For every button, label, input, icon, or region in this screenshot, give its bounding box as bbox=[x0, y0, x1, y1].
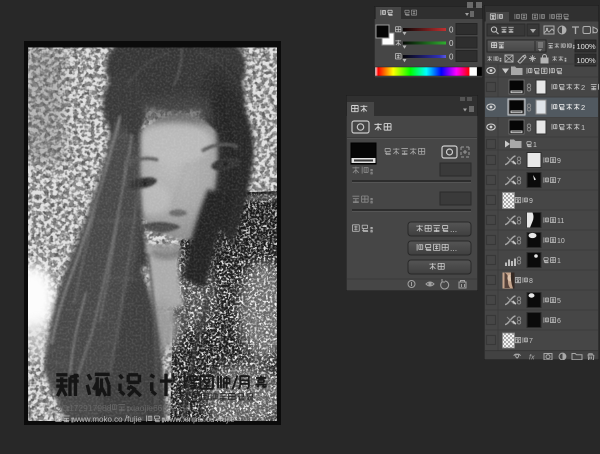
svg-text:10: 10 bbox=[557, 238, 565, 245]
svg-text:0: 0 bbox=[449, 26, 454, 35]
svg-text:7: 7 bbox=[557, 178, 561, 185]
svg-text:fujie: fujie bbox=[220, 415, 235, 424]
svg-text:1: 1 bbox=[533, 142, 537, 149]
svg-text:fx: fx bbox=[529, 355, 535, 361]
svg-text:xiaojie66832210: xiaojie66832210 bbox=[129, 403, 191, 413]
svg-text:2: 2 bbox=[581, 83, 585, 92]
svg-text:8: 8 bbox=[529, 278, 533, 285]
svg-text:11: 11 bbox=[557, 218, 564, 225]
svg-text:7: 7 bbox=[529, 338, 533, 345]
svg-text:QQ: QQ bbox=[55, 403, 69, 413]
svg-text:1: 1 bbox=[581, 123, 585, 132]
svg-text:www.moko.co: www.moko.co bbox=[72, 415, 123, 424]
svg-text:0: 0 bbox=[449, 53, 454, 62]
svg-text:2: 2 bbox=[581, 103, 585, 112]
svg-text:100%: 100% bbox=[577, 42, 597, 51]
svg-text:9: 9 bbox=[557, 158, 561, 165]
svg-text:1: 1 bbox=[557, 258, 561, 265]
svg-text:fujie: fujie bbox=[127, 415, 142, 424]
svg-text:...: ... bbox=[450, 243, 457, 253]
svg-text:www.xinpai.cu: www.xinpai.cu bbox=[163, 415, 215, 424]
svg-text:...: ... bbox=[450, 224, 457, 234]
svg-text:0: 0 bbox=[449, 39, 454, 48]
svg-text:9: 9 bbox=[529, 198, 533, 205]
svg-text:5: 5 bbox=[557, 298, 561, 305]
svg-text:6: 6 bbox=[557, 318, 561, 325]
svg-text:172917988: 172917988 bbox=[69, 403, 112, 413]
